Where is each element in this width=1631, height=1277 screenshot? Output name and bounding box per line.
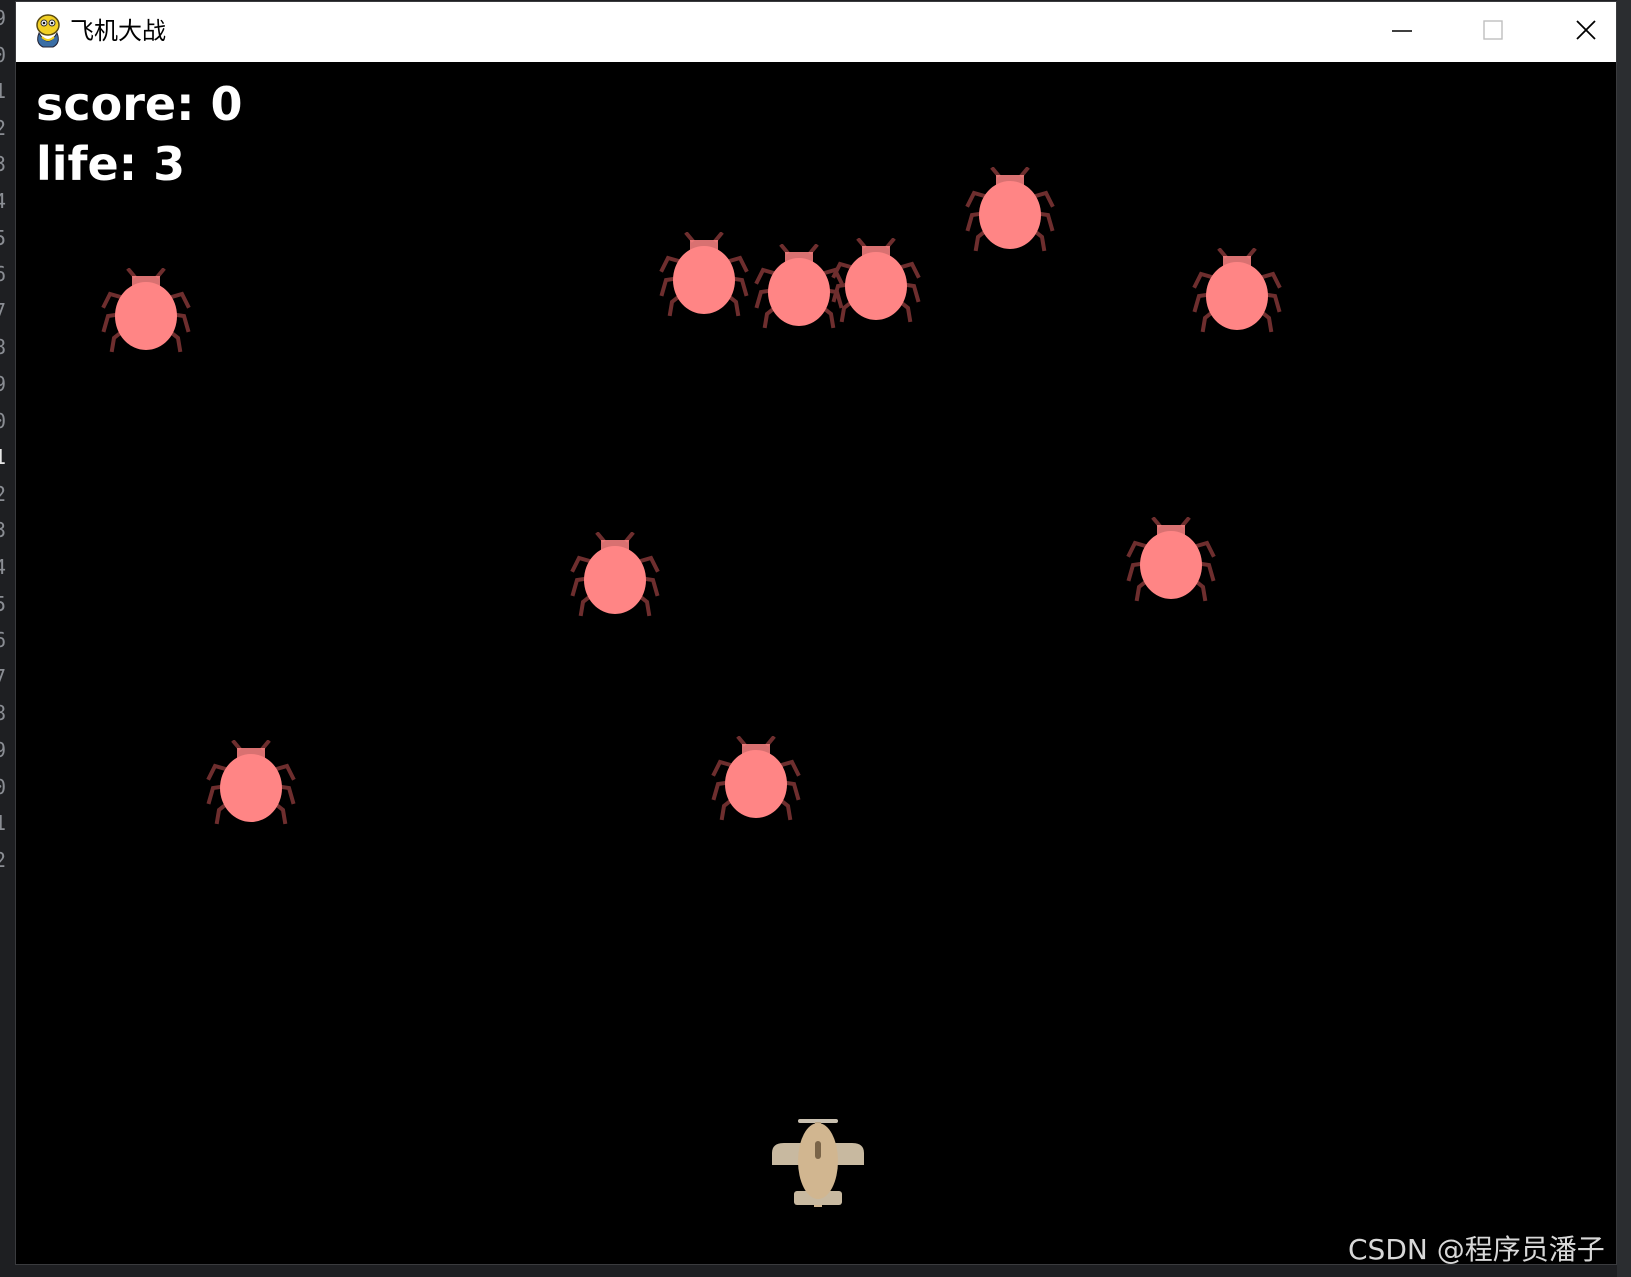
score-value: 0 bbox=[210, 77, 243, 131]
minimize-button[interactable] bbox=[1356, 2, 1448, 62]
bug-enemy-icon bbox=[654, 231, 754, 324]
bug-enemy-icon bbox=[1187, 247, 1287, 340]
life-value: 3 bbox=[153, 137, 186, 191]
bug-enemy-icon bbox=[826, 237, 926, 330]
line-number: 9 bbox=[0, 738, 7, 762]
line-number: 3 bbox=[0, 518, 7, 542]
editor-right-strip bbox=[1617, 0, 1631, 1277]
close-icon bbox=[1576, 20, 1596, 40]
line-number: 1 bbox=[0, 79, 7, 103]
close-button[interactable] bbox=[1540, 2, 1631, 62]
line-number: 8 bbox=[0, 701, 7, 725]
line-number: 9 bbox=[0, 6, 7, 30]
bug-enemy-icon bbox=[960, 166, 1060, 259]
plane-player-icon[interactable] bbox=[768, 1119, 868, 1207]
line-number: 7 bbox=[0, 665, 7, 689]
maximize-button[interactable] bbox=[1446, 2, 1538, 62]
minimize-icon bbox=[1392, 30, 1412, 32]
life-display: life: 3 bbox=[36, 138, 185, 190]
line-number: 7 bbox=[0, 299, 7, 323]
line-number: 4 bbox=[0, 555, 7, 579]
csdn-watermark: CSDN @程序员潘子 bbox=[1348, 1233, 1605, 1266]
line-number: 0 bbox=[0, 43, 7, 67]
bug-enemy-icon bbox=[1121, 516, 1221, 609]
line-number: 0 bbox=[0, 775, 7, 799]
pygame-snake-icon bbox=[36, 14, 60, 48]
game-window: 飞机大战 score: 0 life: 3 bbox=[16, 2, 1616, 1264]
line-number: 1 bbox=[0, 811, 7, 835]
line-number: 2 bbox=[0, 848, 7, 872]
line-number: 3 bbox=[0, 152, 7, 176]
line-number: 8 bbox=[0, 335, 7, 359]
line-number: 5 bbox=[0, 226, 7, 250]
bug-enemy-icon bbox=[201, 739, 301, 832]
line-number: 6 bbox=[0, 628, 7, 652]
editor-line-gutter: 9 0 1 2 3 4 5 6 7 8 9 0 1 2 3 4 5 6 7 8 9 0 1 2 bbox=[0, 0, 16, 1277]
line-number: 2 bbox=[0, 482, 7, 506]
line-number: 4 bbox=[0, 189, 7, 213]
line-number: 6 bbox=[0, 262, 7, 286]
maximize-icon bbox=[1483, 20, 1503, 40]
line-number: 9 bbox=[0, 372, 7, 396]
score-label: score: bbox=[36, 77, 195, 131]
line-number: 2 bbox=[0, 116, 7, 140]
bug-enemy-icon bbox=[565, 531, 665, 624]
life-label: life: bbox=[36, 137, 138, 191]
line-number: 0 bbox=[0, 409, 7, 433]
bug-enemy-icon bbox=[706, 735, 806, 828]
window-titlebar[interactable]: 飞机大战 bbox=[16, 2, 1616, 62]
line-number: 1 bbox=[0, 445, 7, 469]
game-playfield[interactable]: score: 0 life: 3 bbox=[16, 62, 1616, 1264]
window-title: 飞机大战 bbox=[70, 17, 166, 45]
bug-enemy-icon bbox=[96, 267, 196, 360]
line-number: 5 bbox=[0, 592, 7, 616]
score-display: score: 0 bbox=[36, 78, 243, 130]
